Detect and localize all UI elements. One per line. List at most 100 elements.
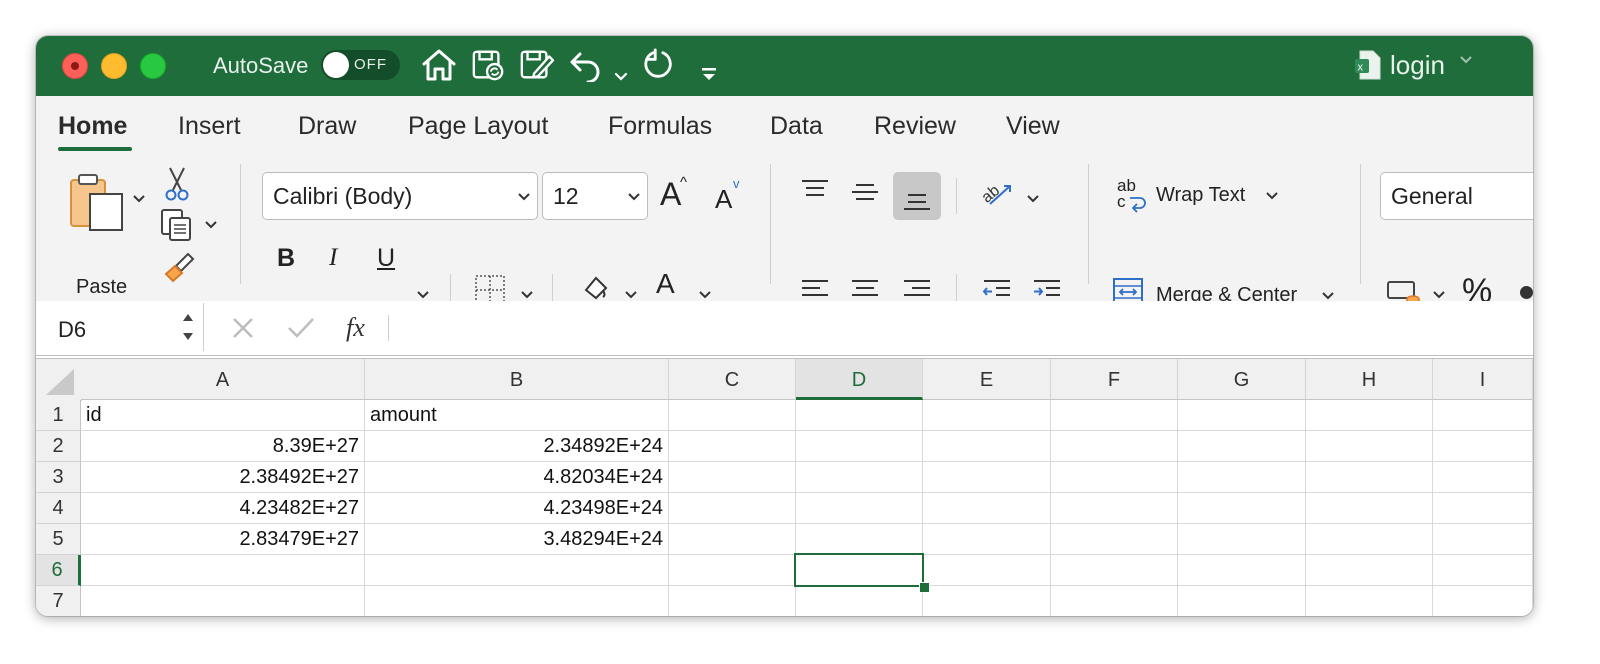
tab-draw[interactable]: Draw	[298, 112, 356, 141]
copy-icon[interactable]	[160, 208, 194, 242]
cell-h7[interactable]	[1306, 586, 1433, 616]
align-top-icon[interactable]	[800, 178, 830, 206]
cell-c6[interactable]	[669, 555, 796, 586]
align-middle-icon[interactable]	[850, 178, 880, 206]
cell-f4[interactable]	[1051, 493, 1178, 524]
column-header-g[interactable]: G	[1178, 359, 1306, 400]
name-box-stepper-icon[interactable]	[180, 311, 196, 343]
cell-a6[interactable]	[81, 555, 365, 586]
font-name-select[interactable]: Calibri (Body)	[262, 172, 538, 220]
active-cell-selection[interactable]	[794, 553, 924, 587]
cell-e3[interactable]	[923, 462, 1051, 493]
column-header-i[interactable]: I	[1433, 359, 1533, 400]
cell-b1[interactable]: amount	[365, 400, 669, 431]
cell-h2[interactable]	[1306, 431, 1433, 462]
cell-f3[interactable]	[1051, 462, 1178, 493]
cell-d1[interactable]	[796, 400, 923, 431]
edit-doc-icon[interactable]	[517, 48, 555, 82]
column-header-c[interactable]: C	[669, 359, 796, 400]
cell-e2[interactable]	[923, 431, 1051, 462]
cell-c3[interactable]	[669, 462, 796, 493]
cell-f1[interactable]	[1051, 400, 1178, 431]
cell-f7[interactable]	[1051, 586, 1178, 616]
cell-h1[interactable]	[1306, 400, 1433, 431]
cell-b6[interactable]	[365, 555, 669, 586]
cell-d4[interactable]	[796, 493, 923, 524]
shrink-font-button[interactable]: A	[715, 184, 732, 215]
customize-toolbar-icon[interactable]	[701, 58, 717, 92]
merge-center-chevron-icon[interactable]	[1321, 291, 1335, 301]
cut-icon[interactable]	[164, 166, 190, 202]
underline-button[interactable]: U	[377, 244, 395, 273]
name-box[interactable]: D6	[38, 303, 204, 351]
cell-b3[interactable]: 4.82034E+24	[365, 462, 669, 493]
cell-h4[interactable]	[1306, 493, 1433, 524]
cell-g1[interactable]	[1178, 400, 1306, 431]
cell-a2[interactable]: 8.39E+27	[81, 431, 365, 462]
tab-home[interactable]: Home	[58, 112, 127, 141]
cell-d5[interactable]	[796, 524, 923, 555]
cell-f5[interactable]	[1051, 524, 1178, 555]
orientation-icon[interactable]: ab	[980, 174, 1016, 210]
cell-i1[interactable]	[1433, 400, 1533, 431]
cell-c7[interactable]	[669, 586, 796, 616]
tab-data[interactable]: Data	[770, 112, 823, 141]
row-header-4[interactable]: 4	[36, 493, 81, 524]
column-header-b[interactable]: B	[365, 359, 669, 400]
row-header-1[interactable]: 1	[36, 400, 81, 431]
cell-a4[interactable]: 4.23482E+27	[81, 493, 365, 524]
undo-icon[interactable]	[568, 48, 604, 82]
cell-b2[interactable]: 2.34892E+24	[365, 431, 669, 462]
chevron-down-icon[interactable]	[614, 60, 628, 94]
row-header-7[interactable]: 7	[36, 586, 81, 616]
tab-review[interactable]: Review	[874, 112, 956, 141]
wrap-text-chevron-icon[interactable]	[1265, 191, 1279, 201]
row-header-3[interactable]: 3	[36, 462, 81, 493]
cell-b4[interactable]: 4.23498E+24	[365, 493, 669, 524]
borders-chevron-icon[interactable]	[520, 290, 534, 300]
cell-d2[interactable]	[796, 431, 923, 462]
grow-font-button[interactable]: A	[660, 176, 681, 213]
cell-a5[interactable]: 2.83479E+27	[81, 524, 365, 555]
fill-color-chevron-icon[interactable]	[624, 290, 638, 300]
bold-button[interactable]: B	[277, 244, 295, 273]
cell-h3[interactable]	[1306, 462, 1433, 493]
wrap-text-button[interactable]: Wrap Text	[1156, 184, 1245, 207]
row-header-5[interactable]: 5	[36, 524, 81, 555]
autosave-toggle[interactable]: OFF	[321, 50, 400, 80]
row-header-2[interactable]: 2	[36, 431, 81, 462]
select-all-button[interactable]	[36, 359, 82, 401]
cell-g5[interactable]	[1178, 524, 1306, 555]
insert-function-button[interactable]: fx	[346, 313, 365, 343]
minimize-window-button[interactable]	[101, 53, 127, 79]
tab-view[interactable]: View	[1006, 112, 1060, 141]
font-color-button[interactable]: A	[656, 268, 675, 300]
tab-formulas[interactable]: Formulas	[608, 112, 712, 141]
column-header-h[interactable]: H	[1306, 359, 1433, 400]
font-size-select[interactable]: 12	[542, 172, 648, 220]
cell-i2[interactable]	[1433, 431, 1533, 462]
column-header-a[interactable]: A	[81, 359, 365, 400]
tab-page-layout[interactable]: Page Layout	[408, 112, 548, 141]
cell-i7[interactable]	[1433, 586, 1533, 616]
cell-c2[interactable]	[669, 431, 796, 462]
cell-i4[interactable]	[1433, 493, 1533, 524]
title-chevron-icon[interactable]	[1458, 54, 1474, 66]
italic-button[interactable]: I	[329, 244, 337, 272]
cell-g4[interactable]	[1178, 493, 1306, 524]
cell-c1[interactable]	[669, 400, 796, 431]
cell-g6[interactable]	[1178, 555, 1306, 586]
cell-e4[interactable]	[923, 493, 1051, 524]
cell-a7[interactable]	[81, 586, 365, 616]
tab-insert[interactable]: Insert	[178, 112, 241, 141]
cell-i5[interactable]	[1433, 524, 1533, 555]
cell-b7[interactable]	[365, 586, 669, 616]
comma-style-button[interactable]	[1520, 286, 1533, 299]
home-icon[interactable]	[421, 48, 457, 82]
cell-e6[interactable]	[923, 555, 1051, 586]
cell-c4[interactable]	[669, 493, 796, 524]
cell-d3[interactable]	[796, 462, 923, 493]
cell-i6[interactable]	[1433, 555, 1533, 586]
cell-c5[interactable]	[669, 524, 796, 555]
redo-icon[interactable]	[641, 48, 677, 82]
